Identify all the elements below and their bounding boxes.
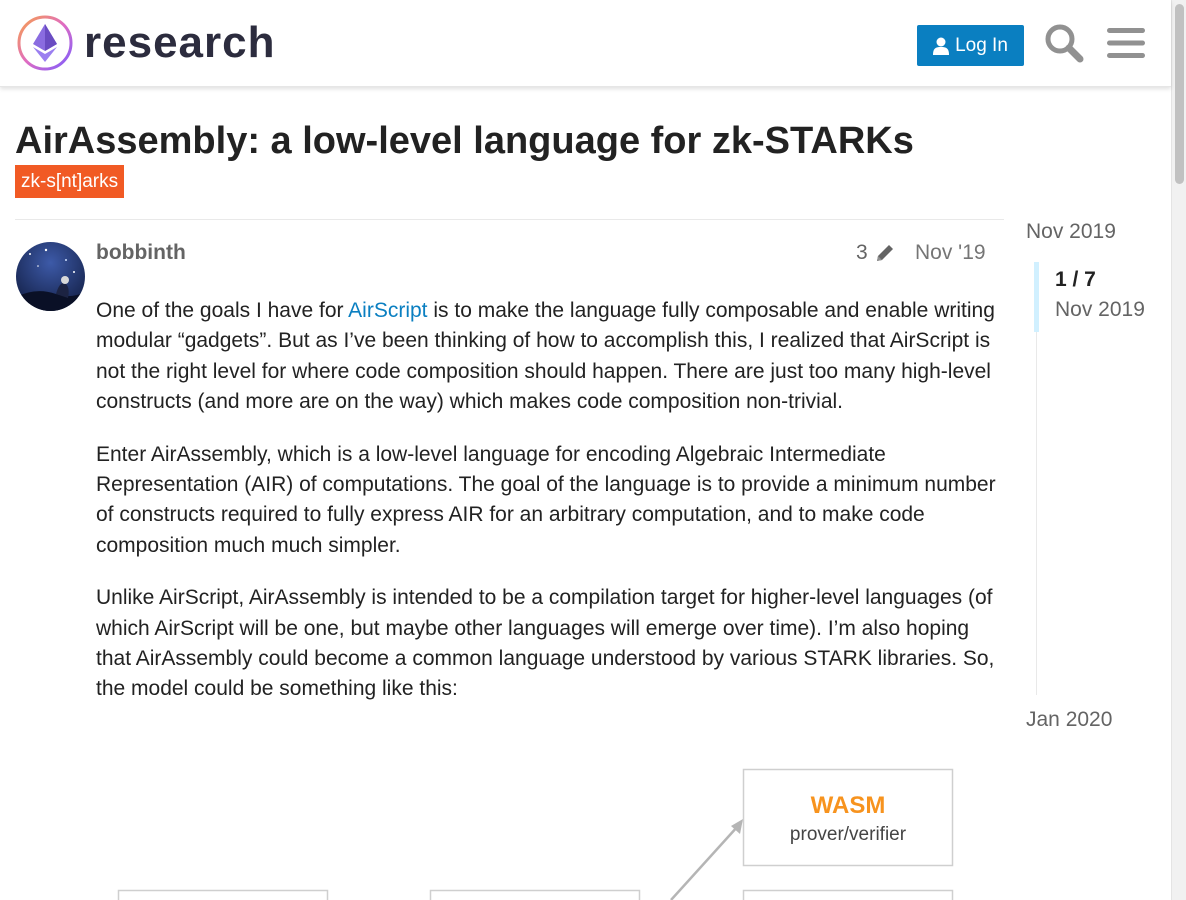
login-button[interactable]: Log In: [917, 25, 1024, 66]
scrollbar-thumb[interactable]: [1175, 4, 1184, 184]
post-body: One of the goals I have for AirScript is…: [96, 296, 996, 727]
diagram-box-left: [117, 889, 329, 900]
diagram-arrow: [670, 825, 739, 900]
hamburger-menu-button[interactable]: [1104, 20, 1148, 66]
post-edit-history[interactable]: 3: [856, 240, 896, 266]
page-scrollbar[interactable]: [1171, 0, 1186, 900]
pencil-icon: [876, 245, 893, 261]
site-name: research: [84, 18, 276, 67]
post-paragraph-2: Enter AirAssembly, which is a low-level …: [96, 442, 996, 557]
wasm-box-title: WASM: [811, 792, 886, 819]
airscript-link[interactable]: AirScript: [348, 299, 427, 322]
diagram-box-middle: [429, 889, 641, 900]
search-button[interactable]: [1042, 20, 1086, 66]
search-icon: [1045, 24, 1084, 63]
site-logo[interactable]: research: [16, 14, 275, 72]
user-icon: [933, 37, 950, 55]
post-paragraph-1: One of the goals I have for AirScript is…: [96, 296, 996, 418]
wasm-box-subtitle: prover/verifier: [790, 824, 907, 845]
topic-title[interactable]: AirAssembly: a low-level language for zk…: [15, 120, 914, 163]
avatar[interactable]: [16, 242, 85, 311]
post-author[interactable]: bobbinth: [96, 240, 186, 266]
title-divider: [15, 219, 1004, 220]
login-label: Log In: [955, 34, 1008, 56]
site-header: research Log In: [0, 0, 1171, 87]
hamburger-menu-icon: [1107, 28, 1145, 58]
timeline-end-date[interactable]: Jan 2020: [1026, 708, 1112, 732]
post-date[interactable]: Nov '19: [915, 240, 986, 266]
architecture-diagram[interactable]: WASM prover/verifier: [96, 760, 996, 900]
p1-text-start: One of the goals I have for: [96, 299, 349, 322]
diagram-canvas: WASM prover/verifier: [117, 768, 954, 900]
diagram-box-right: [742, 889, 954, 900]
avatar-image: [16, 242, 85, 311]
ethereum-logo-icon: [17, 15, 73, 71]
timeline-position: 1 / 7: [1055, 268, 1096, 291]
edit-count: 3: [856, 241, 868, 264]
timeline-start-date[interactable]: Nov 2019: [1026, 220, 1116, 244]
topic-tag[interactable]: zk-s[nt]arks: [15, 165, 125, 198]
timeline-position-date: Nov 2019: [1055, 298, 1145, 321]
post-paragraph-3: Unlike AirScript, AirAssembly is intende…: [96, 586, 995, 701]
timeline-handle[interactable]: [1034, 262, 1039, 332]
